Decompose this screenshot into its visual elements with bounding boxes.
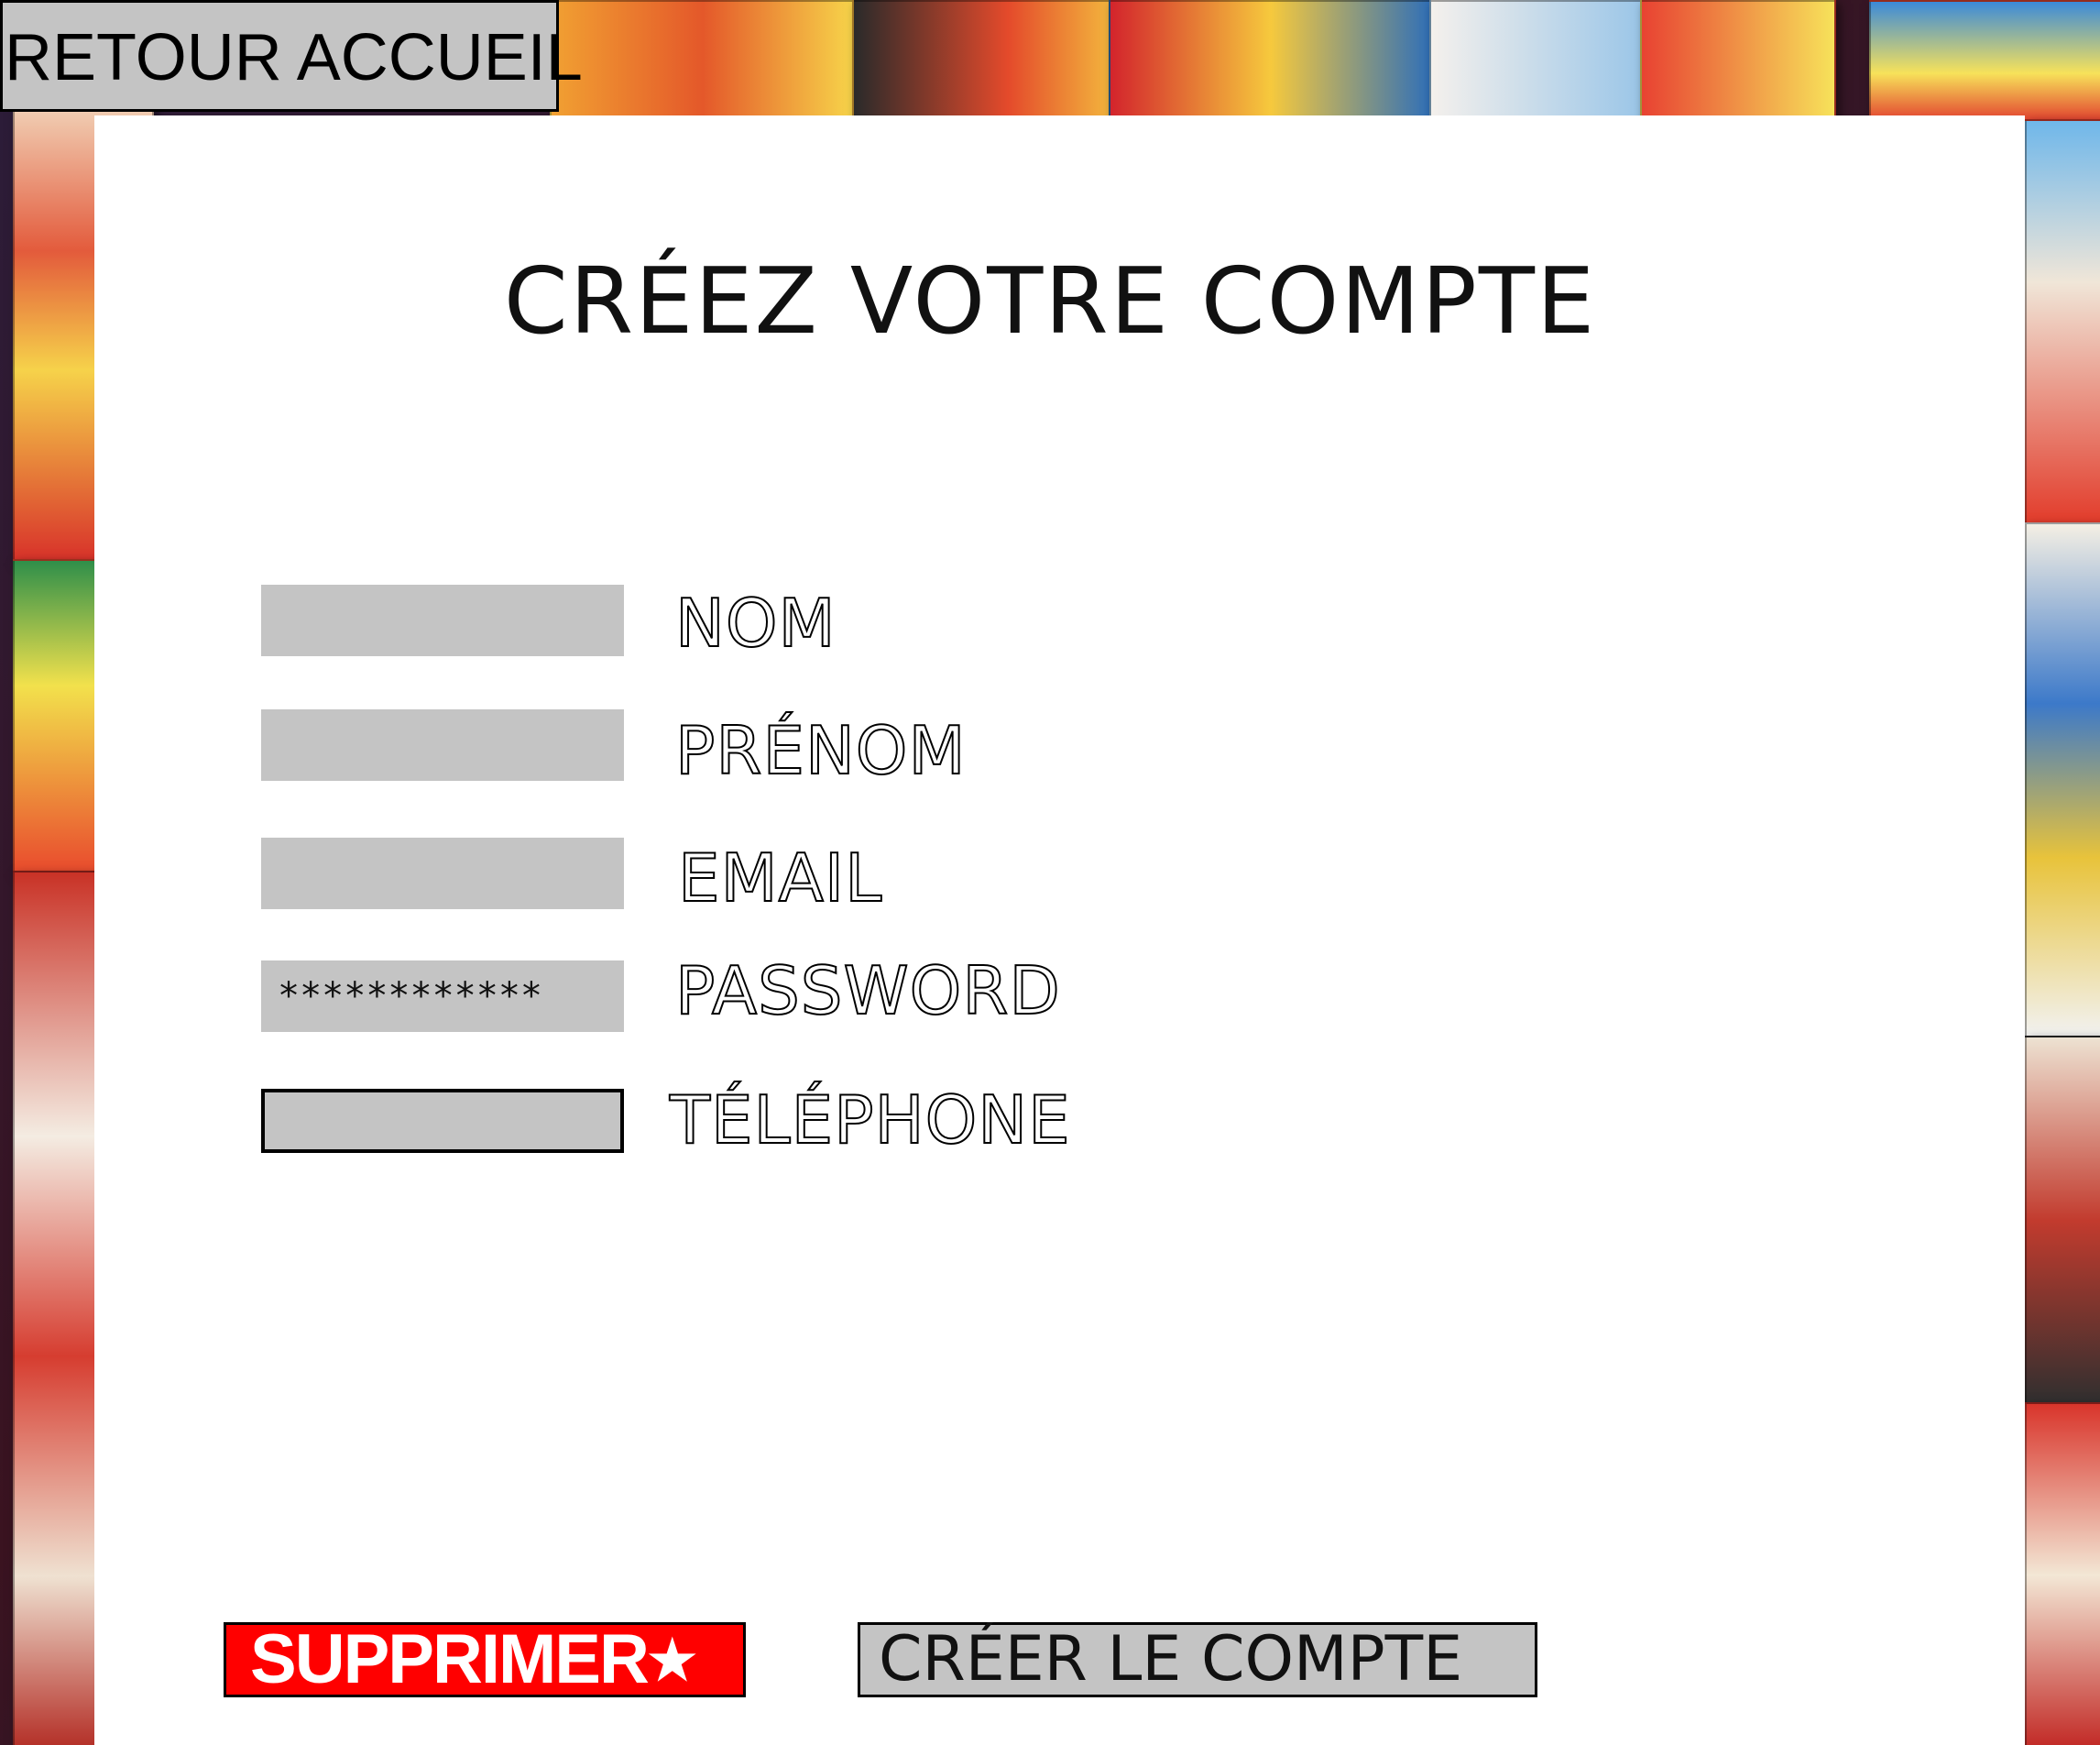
prenom-input[interactable] bbox=[261, 709, 624, 781]
nom-label: NOM bbox=[674, 584, 837, 663]
delete-button[interactable]: SUPPRIMER★ bbox=[224, 1622, 746, 1697]
telephone-label: TÉLÉPHONE bbox=[669, 1081, 1071, 1159]
prenom-label: PRÉNOM bbox=[674, 711, 967, 790]
email-label: EMAIL bbox=[677, 839, 883, 917]
manga-cover bbox=[1640, 0, 1836, 123]
nom-input[interactable] bbox=[261, 585, 624, 656]
manga-cover bbox=[1109, 0, 1433, 123]
manga-cover bbox=[852, 0, 1112, 123]
telephone-input[interactable] bbox=[261, 1089, 624, 1153]
star-icon: ★ bbox=[647, 1630, 697, 1691]
password-input[interactable] bbox=[261, 960, 624, 1032]
email-input[interactable] bbox=[261, 838, 624, 909]
manga-cover bbox=[2025, 1402, 2100, 1745]
back-home-button[interactable]: RETOUR ACCUEIL bbox=[0, 0, 583, 112]
manga-cover bbox=[2025, 522, 2100, 1039]
create-account-button[interactable]: CRÉER LE COMPTE bbox=[858, 1622, 1537, 1697]
delete-button-label: SUPPRIMER bbox=[250, 1620, 650, 1698]
password-label: PASSWORD bbox=[674, 951, 1061, 1030]
manga-cover bbox=[1429, 0, 1644, 123]
manga-cover bbox=[550, 0, 856, 123]
manga-cover bbox=[1869, 0, 2100, 123]
page-title: CRÉEZ VOTRE COMPTE bbox=[503, 247, 1597, 355]
form-panel bbox=[94, 115, 2025, 1745]
manga-cover bbox=[2025, 1036, 2100, 1406]
